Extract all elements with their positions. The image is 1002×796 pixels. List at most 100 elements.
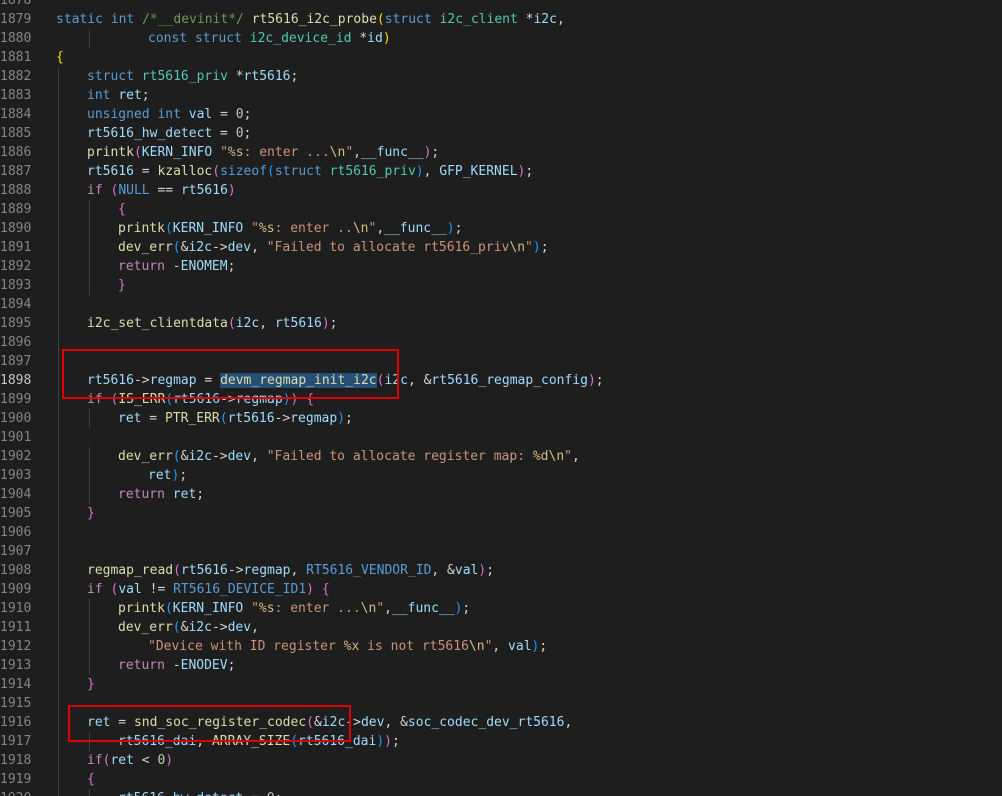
code-text: } — [118, 276, 126, 295]
code-token: "Failed to allocate register map: — [266, 449, 533, 464]
code-token: { — [56, 50, 64, 65]
code-line[interactable]: 1892 return -ENOMEM; — [0, 257, 1002, 276]
code-line[interactable]: 1886 printk(KERN_INFO "%s: enter ...\n",_… — [0, 143, 1002, 162]
code-line[interactable]: 1878 — [0, 0, 1002, 10]
code-token: dev — [227, 449, 252, 464]
code-token: ; — [486, 563, 495, 578]
code-line[interactable]: 1909 if (val != RT5616_DEVICE_ID1) { — [0, 580, 1002, 599]
code-token: int — [157, 107, 189, 122]
code-token: -> — [211, 449, 228, 464]
code-line[interactable]: 1914} — [0, 675, 1002, 694]
code-line[interactable]: 1884 unsigned int val = 0; — [0, 105, 1002, 124]
code-line[interactable]: 1890 printk(KERN_INFO "%s: enter ..\n",__… — [0, 219, 1002, 238]
code-token: PTR_ERR — [164, 411, 220, 426]
code-token: ; — [329, 316, 338, 331]
code-line[interactable]: 1895 i2c_set_clientdata(i2c, rt5616); — [0, 314, 1002, 333]
code-token: ( — [227, 316, 236, 331]
code-line[interactable]: 1920 rt5616_hw_detect = 0; — [0, 789, 1002, 796]
code-text: ret = PTR_ERR(rt5616->regmap); — [118, 409, 353, 428]
code-line[interactable]: 1880 const struct i2c_device_id *id) — [0, 29, 1002, 48]
code-token: ; — [227, 259, 236, 274]
code-line[interactable]: 1902 dev_err(&i2c->dev, "Failed to alloca… — [0, 447, 1002, 466]
code-line[interactable]: 1893} — [0, 276, 1002, 295]
code-token: , — [492, 639, 509, 654]
line-number: 1884 — [0, 107, 32, 122]
code-line[interactable]: 1891 dev_err(&i2c->dev, "Failed to alloca… — [0, 238, 1002, 257]
code-text: } — [87, 675, 95, 694]
line-number: 1906 — [0, 525, 32, 540]
code-token: ( — [173, 563, 181, 578]
line-number: 1912 — [0, 639, 32, 654]
code-token: ; — [196, 487, 205, 502]
code-line[interactable]: 1883 int ret; — [0, 86, 1002, 105]
code-token: ; — [391, 734, 400, 749]
code-line[interactable]: 1894 — [0, 295, 1002, 314]
code-token: rt5616 — [180, 183, 228, 198]
code-token: ENOMEM — [180, 259, 228, 274]
code-token: ret — [118, 88, 142, 103]
code-token: != — [141, 582, 174, 597]
code-line[interactable]: 1889 { — [0, 200, 1002, 219]
code-token: == — [149, 183, 181, 198]
code-token: ; — [290, 69, 299, 84]
code-line[interactable]: 1913 return -ENODEV; — [0, 656, 1002, 675]
code-token: id — [367, 31, 383, 46]
line-number: 1902 — [0, 449, 32, 464]
code-line[interactable]: 1912 "Device with ID register %x is not r… — [0, 637, 1002, 656]
code-token: , & — [431, 563, 455, 578]
code-token: ( — [133, 145, 142, 160]
code-line[interactable]: 1905} — [0, 504, 1002, 523]
code-token: ; — [431, 145, 440, 160]
code-line[interactable]: 1879 static int /*__devinit*/ rt5616_i2c_… — [0, 10, 1002, 29]
code-token: ret — [118, 411, 142, 426]
code-line[interactable]: 1888 if (NULL == rt5616) — [0, 181, 1002, 200]
code-token: struct — [87, 69, 142, 84]
indent-guide — [58, 656, 59, 675]
code-line[interactable]: 1901 — [0, 428, 1002, 447]
code-text: regmap_read(rt5616->regmap, RT5616_VENDO… — [87, 561, 494, 580]
code-line[interactable]: 1885 rt5616_hw_detect = 0; — [0, 124, 1002, 143]
line-number: 1919 — [0, 772, 32, 787]
code-token: , — [384, 601, 392, 616]
code-line[interactable]: 1904 return ret; — [0, 485, 1002, 504]
indent-guide — [89, 637, 90, 656]
code-token: , — [556, 12, 565, 27]
code-token: \n — [509, 240, 526, 255]
code-line[interactable]: 1911 dev_err(&i2c->dev, — [0, 618, 1002, 637]
code-line[interactable]: 1906 — [0, 523, 1002, 542]
code-line[interactable]: 1900 ret = PTR_ERR(rt5616->regmap); — [0, 409, 1002, 428]
code-line[interactable]: 1907 — [0, 542, 1002, 561]
code-editor[interactable]: 1878 1879 static int /*__devinit*/ rt5616_… — [0, 0, 1002, 796]
indent-guide — [58, 466, 59, 485]
code-token: i2c — [188, 449, 212, 464]
indent-guide — [58, 770, 59, 789]
code-token: , — [564, 715, 573, 730]
code-token: i2c_client — [439, 12, 526, 27]
code-token: struct — [274, 164, 330, 179]
code-token: \n — [352, 221, 369, 236]
line-number: 1897 — [0, 354, 32, 369]
code-token: -> — [227, 563, 244, 578]
code-token: \n — [360, 601, 377, 616]
code-token: 0 — [267, 791, 275, 796]
code-line[interactable]: 1903 ret); — [0, 466, 1002, 485]
code-token: , — [290, 563, 307, 578]
indent-guide — [89, 599, 90, 618]
code-line[interactable]: 1882 struct rt5616_priv *rt5616; — [0, 67, 1002, 86]
code-line[interactable]: 1918 if(ret < 0) — [0, 751, 1002, 770]
code-token: * — [235, 69, 244, 84]
code-token: \n — [548, 449, 565, 464]
code-line[interactable]: 1910 printk(KERN_INFO "%s: enter ...\n",_… — [0, 599, 1002, 618]
indent-guide — [58, 485, 59, 504]
code-line[interactable]: 1908 regmap_read(rt5616->regmap, RT5616_V… — [0, 561, 1002, 580]
code-line[interactable]: 1887 rt5616 = kzalloc(sizeof(struct rt561… — [0, 162, 1002, 181]
code-line[interactable]: 1881 { — [0, 48, 1002, 67]
code-token: ret — [148, 468, 172, 483]
code-line[interactable]: 1919 { — [0, 770, 1002, 789]
code-text: rt5616 = kzalloc(sizeof(struct rt5616_pr… — [87, 162, 533, 181]
indent-guide — [89, 409, 90, 428]
line-number: 1913 — [0, 658, 32, 673]
code-token: } — [87, 677, 95, 692]
code-text: { — [56, 48, 64, 67]
code-token: i2c_device_id — [249, 31, 360, 46]
